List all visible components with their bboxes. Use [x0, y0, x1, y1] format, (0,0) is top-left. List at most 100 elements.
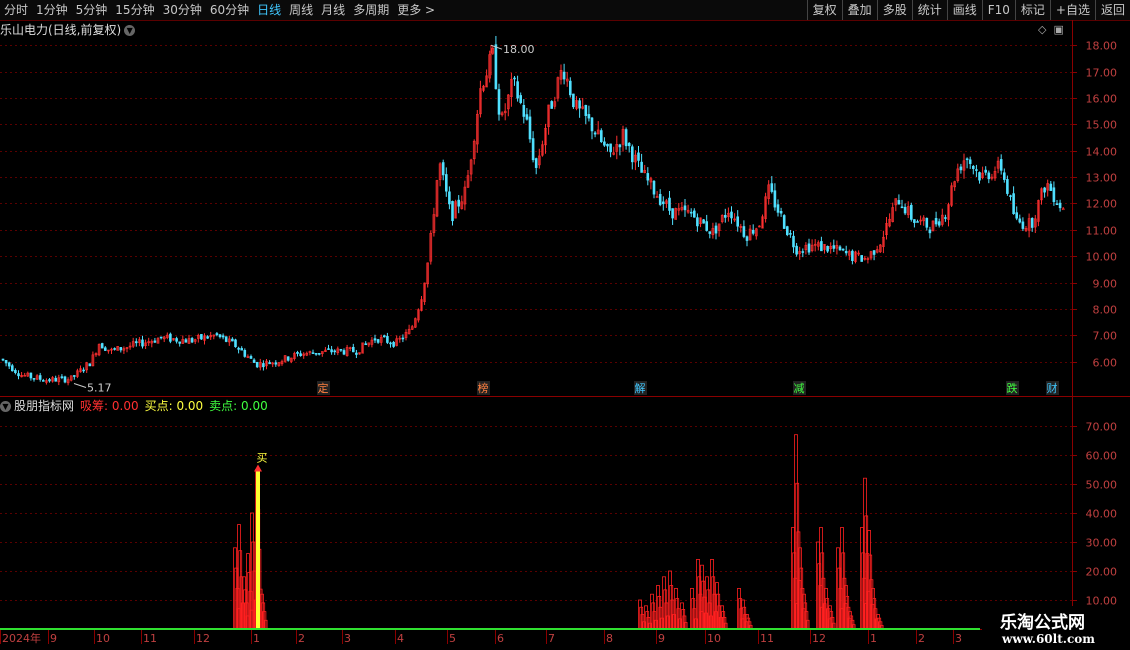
time-label: 8	[606, 632, 613, 645]
candle-body	[568, 80, 572, 96]
candle-body	[522, 105, 526, 117]
candle-body	[330, 349, 333, 353]
candle-body	[742, 226, 746, 237]
y-tick-label: 20.00	[1086, 566, 1118, 579]
candle-body	[916, 221, 919, 223]
time-label: 11	[760, 632, 774, 645]
candle-body	[255, 361, 259, 368]
candle-body	[714, 225, 718, 234]
candle-body	[900, 206, 904, 209]
candle-body	[578, 100, 581, 109]
candle-body	[692, 210, 696, 218]
candle-body	[206, 336, 209, 339]
time-label: 1	[870, 632, 877, 645]
candle-body	[1002, 172, 1006, 180]
candle-body	[355, 352, 358, 355]
candle-body	[215, 333, 219, 336]
candle-body	[832, 245, 836, 249]
candle-body	[237, 347, 240, 350]
candle-body	[333, 350, 337, 353]
time-label: 2	[298, 632, 305, 645]
candle-body	[795, 245, 798, 255]
candle-body	[820, 241, 823, 252]
watermark: 乐淘公式网 www.60lt.com	[982, 606, 1130, 650]
candle-body	[169, 333, 172, 342]
y-tick-label: 12.00	[1086, 198, 1118, 211]
candle-body	[696, 217, 699, 227]
candle-body	[190, 338, 194, 343]
candle-body	[937, 221, 941, 226]
candle-body	[249, 356, 253, 359]
candle-body	[965, 158, 969, 161]
candle-body	[342, 350, 346, 355]
candle-body	[987, 172, 991, 180]
time-label: 12	[812, 632, 826, 645]
candle-body	[782, 215, 786, 229]
candle-body	[339, 349, 343, 351]
candle-body	[38, 375, 42, 380]
candle-body	[807, 243, 811, 253]
y-tick-label: 60.00	[1086, 450, 1118, 463]
candle-body	[41, 380, 45, 382]
candle-body	[274, 362, 278, 365]
candle-body	[7, 362, 11, 367]
candle-body	[730, 211, 733, 219]
candle-body	[897, 200, 901, 205]
candle-body	[218, 334, 222, 338]
candle-body	[519, 95, 523, 103]
candle-body	[630, 146, 634, 163]
candle-body	[457, 199, 461, 207]
candle-body	[978, 172, 981, 181]
candle-body	[705, 221, 709, 231]
candle-body	[392, 341, 395, 347]
candle-body	[668, 197, 671, 211]
candle-body	[221, 335, 225, 338]
candle-body	[603, 141, 606, 146]
candle-body	[296, 352, 299, 354]
y-tick-label: 30.00	[1086, 537, 1118, 550]
candle-body	[200, 334, 203, 340]
candle-body	[159, 336, 163, 339]
chart-canvas[interactable]: 6.00 7.00 8.00 9.00 10.00 11.00 12.00 13.00 14.0…	[0, 0, 1130, 650]
candle-body	[1030, 218, 1034, 228]
y-tick-label: 8.00	[1093, 304, 1118, 317]
candle-body	[689, 211, 693, 214]
candle-body	[851, 250, 854, 262]
candle-body	[624, 129, 628, 147]
time-label: 2	[918, 632, 925, 645]
candle-body	[909, 204, 913, 220]
candle-body	[327, 348, 330, 350]
candle-body	[29, 372, 33, 379]
candle-body	[999, 159, 1003, 171]
candle-body	[373, 338, 377, 341]
candle-body	[1052, 187, 1056, 202]
candle-body	[1055, 203, 1059, 206]
candle-body	[652, 180, 656, 195]
candle-body	[959, 166, 963, 171]
candle-body	[54, 377, 58, 382]
candle-body	[528, 116, 532, 140]
candle-body	[801, 251, 805, 253]
y-tick-label: 11.00	[1086, 225, 1118, 238]
candle-body	[1049, 183, 1053, 191]
candle-body	[224, 336, 228, 342]
event-marker: 跌	[1007, 381, 1018, 395]
candle-body	[751, 229, 755, 234]
candle-body	[572, 93, 575, 108]
candle-body	[723, 214, 727, 218]
candle-body	[364, 343, 368, 346]
candle-body	[844, 250, 848, 254]
watermark-title: 乐淘公式网	[1000, 613, 1085, 633]
candle-body	[826, 245, 829, 252]
candle-body	[1012, 193, 1015, 215]
candle-body	[314, 353, 318, 355]
time-label: 3	[344, 632, 351, 645]
candle-body	[640, 161, 643, 173]
y-tick-label: 14.00	[1086, 146, 1118, 159]
candle-body	[792, 235, 795, 248]
candle-body	[745, 236, 749, 241]
candle-body	[1, 358, 5, 361]
candle-body	[534, 158, 538, 168]
time-label: 2024年	[2, 631, 41, 645]
candle-body	[88, 363, 92, 367]
